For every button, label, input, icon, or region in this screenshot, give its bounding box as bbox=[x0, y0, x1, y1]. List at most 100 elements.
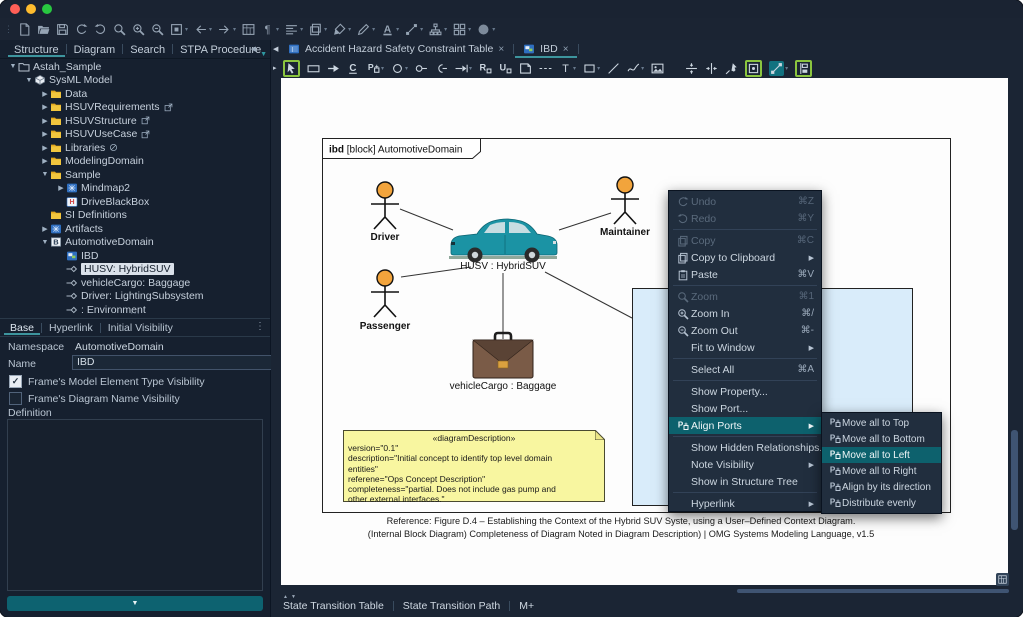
actor-passenger[interactable]: Passenger bbox=[360, 270, 411, 332]
bottom-tab-state-transition-path[interactable]: State Transition Path bbox=[403, 600, 500, 612]
tab-dropdown-icon[interactable]: ▼ bbox=[260, 51, 267, 58]
sidebar-tab-structure[interactable]: Structure bbox=[8, 42, 65, 57]
zoom-in-button[interactable] bbox=[132, 23, 145, 36]
nav-back-button[interactable]: ▾ bbox=[194, 23, 212, 36]
actor-driver[interactable]: Driver bbox=[371, 182, 400, 243]
provided-interface-tool[interactable] bbox=[415, 62, 428, 75]
submenu-item-align-by-its-direction[interactable]: PAlign by its direction bbox=[822, 479, 941, 495]
interface-tool[interactable]: ▾ bbox=[391, 62, 408, 75]
tree-item-sysml-model[interactable]: ▼SysML Model bbox=[2, 74, 268, 88]
bottom-tab-state-transition-table[interactable]: State Transition Table bbox=[283, 600, 384, 612]
editor-tab-accident-hazard-safety-constraint-table[interactable]: Accident Hazard Safety Constraint Table× bbox=[280, 40, 512, 58]
toolbar-drag-handle[interactable]: ⋮ bbox=[4, 24, 12, 35]
vertical-scrollbar-thumb[interactable] bbox=[1011, 430, 1018, 530]
line-shape-button[interactable]: ▾ bbox=[769, 61, 788, 76]
port-tool[interactable]: P▾ bbox=[367, 62, 384, 75]
image-tool[interactable] bbox=[651, 62, 664, 75]
editor-tab-ibd[interactable]: IBD× bbox=[515, 40, 576, 58]
panel-splitter-handle[interactable]: ⋯ bbox=[0, 311, 270, 317]
car-part[interactable] bbox=[449, 219, 557, 263]
collapse-arrow-icon[interactable]: ▶ bbox=[40, 157, 50, 165]
dropdown-caret-icon[interactable]: ▾ bbox=[396, 26, 399, 33]
save-button[interactable] bbox=[56, 23, 69, 36]
expand-arrow-icon[interactable]: ▼ bbox=[40, 171, 50, 178]
horizontal-scrollbar-thumb[interactable] bbox=[737, 589, 1009, 593]
tree-item-hsuvrequirements[interactable]: ▶HSUVRequirements bbox=[2, 101, 268, 115]
tree-item-hsuvusecase[interactable]: ▶HSUVUseCase bbox=[2, 128, 268, 142]
collapse-arrow-icon[interactable]: ▶ bbox=[40, 144, 50, 152]
context-menu-item-align-ports[interactable]: PAlign Ports▶ bbox=[669, 417, 821, 434]
text-tool[interactable]: T▾ bbox=[559, 62, 576, 75]
dropdown-caret-icon[interactable]: ▾ bbox=[405, 65, 408, 72]
dropdown-caret-icon[interactable]: ▾ bbox=[209, 26, 212, 33]
fit-window-button[interactable]: ▾ bbox=[170, 23, 188, 36]
collapse-panel-button[interactable]: ▼ bbox=[7, 596, 263, 611]
dropdown-caret-icon[interactable]: ▾ bbox=[233, 26, 236, 33]
note-tool[interactable] bbox=[519, 62, 532, 75]
submenu-item-move-all-to-bottom[interactable]: PMove all to Bottom bbox=[822, 431, 941, 447]
dropdown-caret-icon[interactable]: ▾ bbox=[469, 65, 472, 72]
maximize-window-button[interactable] bbox=[42, 4, 52, 14]
dropdown-caret-icon[interactable]: ▾ bbox=[444, 26, 447, 33]
dropdown-caret-icon[interactable]: ▾ bbox=[785, 65, 788, 72]
tree-item-sample[interactable]: ▼Sample bbox=[2, 168, 268, 182]
dropdown-caret-icon[interactable]: ▾ bbox=[381, 65, 384, 72]
duplicate-style-button[interactable]: ▾ bbox=[309, 23, 327, 36]
context-menu-item-show-property[interactable]: Show Property... bbox=[669, 383, 821, 400]
alignment-button[interactable]: ▾ bbox=[285, 23, 303, 36]
context-menu-item-redo[interactable]: Redo⌘Y bbox=[669, 210, 821, 227]
dropdown-caret-icon[interactable]: ▾ bbox=[348, 26, 351, 33]
auto-layout-button[interactable]: ▾ bbox=[453, 23, 471, 36]
text-direction-button[interactable]: ¶▾ bbox=[261, 23, 279, 36]
dropdown-caret-icon[interactable]: ▾ bbox=[420, 26, 423, 33]
submenu-item-move-all-to-top[interactable]: PMove all to Top bbox=[822, 415, 941, 431]
dropdown-caret-icon[interactable]: ▾ bbox=[597, 65, 600, 72]
collapse-arrow-icon[interactable]: ▶ bbox=[40, 130, 50, 138]
context-menu-item-fit-to-window[interactable]: Fit to Window▶ bbox=[669, 339, 821, 356]
appearance-button[interactable]: ▾ bbox=[477, 23, 495, 36]
tree-item-artifacts[interactable]: ▶Artifacts bbox=[2, 222, 268, 236]
expand-arrow-icon[interactable]: ▼ bbox=[8, 63, 18, 70]
fill-color-button[interactable]: ▾ bbox=[333, 23, 351, 36]
map-view-button[interactable] bbox=[242, 23, 255, 36]
rectangle-tool[interactable]: ▾ bbox=[583, 62, 600, 75]
tree-item-mindmap2[interactable]: ▶Mindmap2 bbox=[2, 182, 268, 196]
dropdown-caret-icon[interactable]: ▾ bbox=[573, 65, 576, 72]
collapse-arrow-icon[interactable]: ▶ bbox=[40, 225, 50, 233]
baggage-part[interactable] bbox=[473, 333, 533, 378]
redo-button[interactable] bbox=[94, 23, 107, 36]
diagram-description-note[interactable]: «diagramDescription» version="0.1"descri… bbox=[343, 430, 605, 502]
submenu-item-move-all-to-left[interactable]: PMove all to Left bbox=[822, 447, 941, 463]
tree-item-driver-lightingsubsystem[interactable]: Driver: LightingSubsystem bbox=[2, 290, 268, 304]
tree-item-libraries[interactable]: ▶Libraries bbox=[2, 141, 268, 155]
tree-item-automotivedomain[interactable]: ▼BAutomotiveDomain bbox=[2, 236, 268, 250]
zoom-button[interactable] bbox=[113, 23, 126, 36]
expand-arrow-icon[interactable]: ▼ bbox=[24, 77, 34, 84]
required-interface-tool[interactable] bbox=[435, 62, 448, 75]
context-menu-item-zoom[interactable]: Zoom⌘1 bbox=[669, 288, 821, 305]
name-input[interactable]: IBD bbox=[72, 355, 272, 370]
line-style-button[interactable]: ▾ bbox=[405, 23, 423, 36]
context-menu-item-copy-to-clipboard[interactable]: Copy to Clipboard▶ bbox=[669, 249, 821, 266]
dropdown-caret-icon[interactable]: ▾ bbox=[492, 26, 495, 33]
context-menu-item-note-visibility[interactable]: Note Visibility▶ bbox=[669, 456, 821, 473]
expand-arrow-icon[interactable]: ▼ bbox=[40, 239, 50, 246]
usage-port-tool[interactable]: U bbox=[499, 62, 512, 75]
note-anchor-tool[interactable] bbox=[539, 62, 552, 75]
toolbar-expand-icon[interactable]: ▸ bbox=[273, 64, 277, 72]
actor-maintainer[interactable]: Maintainer bbox=[600, 177, 650, 238]
dropdown-caret-icon[interactable]: ▾ bbox=[372, 26, 375, 33]
port-align-button[interactable] bbox=[795, 60, 812, 77]
item-flow-tool[interactable]: ▾ bbox=[455, 62, 472, 75]
collapse-arrow-icon[interactable]: ▶ bbox=[40, 90, 50, 98]
open-button[interactable] bbox=[37, 23, 50, 36]
part-tool[interactable] bbox=[307, 62, 320, 75]
properties-tab-base[interactable]: Base bbox=[4, 320, 40, 335]
select-tool[interactable] bbox=[283, 60, 300, 77]
collapse-arrow-icon[interactable]: ▶ bbox=[40, 117, 50, 125]
context-menu-item-show-hidden-relationships[interactable]: Show Hidden Relationships... bbox=[669, 439, 821, 456]
dropdown-caret-icon[interactable]: ▾ bbox=[185, 26, 188, 33]
context-menu-item-show-in-structure-tree[interactable]: Show in Structure Tree bbox=[669, 473, 821, 490]
constraint-parameter-tool[interactable]: C bbox=[347, 62, 360, 75]
connector-tool[interactable] bbox=[327, 62, 340, 75]
